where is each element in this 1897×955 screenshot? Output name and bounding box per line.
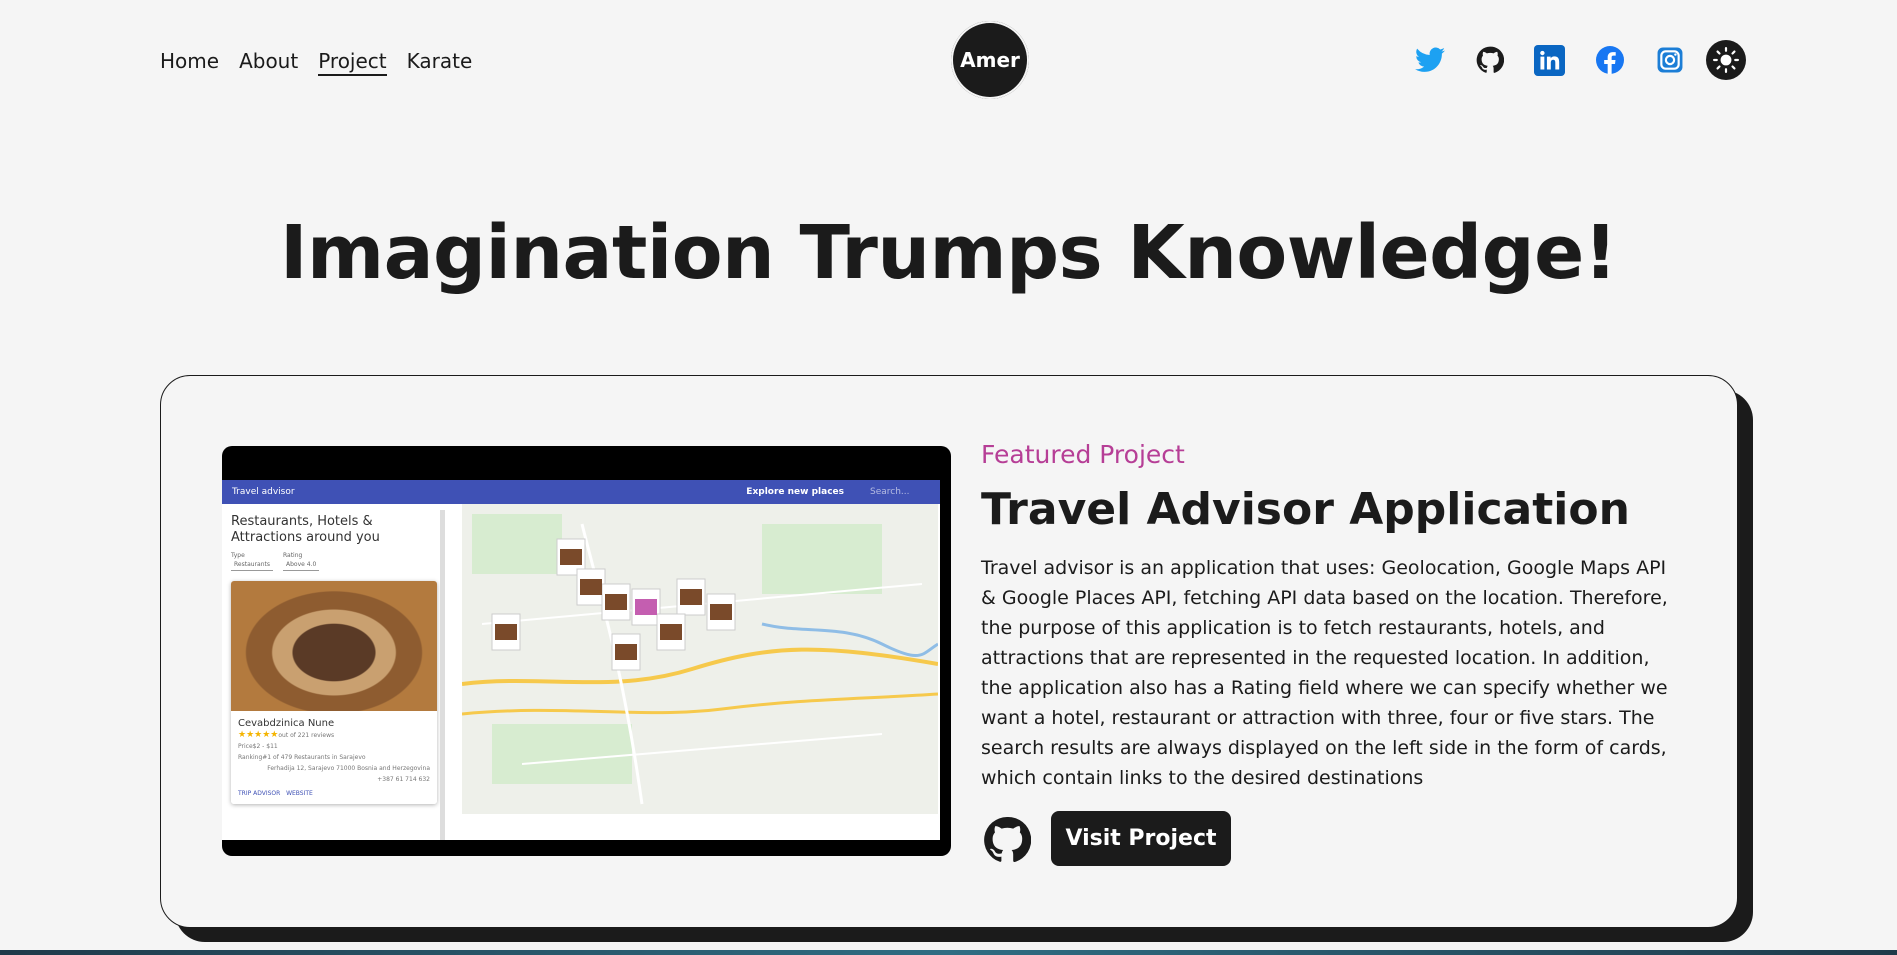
screenshot-rating-label: Rating bbox=[282, 552, 303, 559]
screenshot-food-image bbox=[231, 581, 437, 711]
screenshot-price: Price$2 - $11 bbox=[238, 743, 278, 750]
screenshot-type-select: Restaurants bbox=[231, 559, 273, 571]
bottom-strip bbox=[0, 950, 1897, 955]
screenshot-app-title: Travel advisor bbox=[232, 487, 295, 497]
project-screenshot[interactable]: Travel advisor Explore new places Search… bbox=[222, 446, 951, 856]
screenshot-map bbox=[462, 504, 938, 814]
screenshot-phone: +387 61 714 632 bbox=[377, 776, 430, 783]
nav-link-home[interactable]: Home bbox=[160, 48, 219, 76]
github-icon bbox=[984, 816, 1032, 863]
project-title[interactable]: Travel Advisor Application bbox=[981, 484, 1630, 535]
screenshot-filters: Type Restaurants Rating Above 4.0 bbox=[231, 552, 437, 571]
github-icon[interactable] bbox=[1474, 45, 1505, 76]
screenshot-link-website: WEBSITE bbox=[286, 790, 313, 797]
top-nav: Home About Project Karate Amer bbox=[0, 0, 1897, 122]
sun-icon bbox=[1713, 47, 1739, 73]
screenshot-content: Travel advisor Explore new places Search… bbox=[222, 480, 940, 840]
screenshot-stars: ★★★★★ bbox=[238, 730, 279, 740]
screenshot-search: Search... bbox=[870, 487, 910, 497]
screenshot-scrollbar bbox=[440, 510, 445, 840]
screenshot-link-tripadvisor: TRIP ADVISOR bbox=[238, 790, 281, 797]
screenshot-type-label: Type bbox=[231, 552, 245, 559]
screenshot-explore: Explore new places bbox=[746, 487, 844, 497]
facebook-icon[interactable] bbox=[1594, 45, 1625, 76]
screenshot-address: Ferhadija 12, Sarajevo 71000 Bosnia and … bbox=[267, 765, 430, 772]
visit-project-button[interactable]: Visit Project bbox=[1051, 811, 1231, 866]
nav-link-karate[interactable]: Karate bbox=[407, 48, 473, 76]
screenshot-reviews: out of 221 reviews bbox=[278, 732, 335, 739]
project-github-link[interactable] bbox=[983, 816, 1032, 864]
screenshot-list: Restaurants, Hotels & Attractions around… bbox=[222, 504, 446, 840]
theme-toggle-button[interactable] bbox=[1706, 40, 1746, 80]
screenshot-heading: Restaurants, Hotels & Attractions around… bbox=[231, 514, 380, 545]
logo[interactable]: Amer bbox=[951, 21, 1029, 99]
instagram-icon[interactable] bbox=[1654, 45, 1685, 76]
screenshot-ranking: Ranking#1 of 479 Restaurants in Sarajevo bbox=[238, 754, 366, 761]
nav-links: Home About Project Karate bbox=[160, 48, 472, 76]
screenshot-place-card: Cevabdzinica Nune ★★★★★out of 221 review… bbox=[231, 581, 437, 804]
page-headline: Imagination Trumps Knowledge! bbox=[279, 210, 1618, 296]
featured-label: Featured Project bbox=[981, 440, 1185, 469]
nav-link-project[interactable]: Project bbox=[318, 48, 387, 76]
project-description: Travel advisor is an application that us… bbox=[981, 557, 1668, 789]
nav-link-about[interactable]: About bbox=[239, 48, 298, 76]
screenshot-appbar: Travel advisor Explore new places Search… bbox=[222, 480, 940, 504]
screenshot-rating-select: Above 4.0 bbox=[282, 559, 320, 571]
featured-project-card: Travel advisor Explore new places Search… bbox=[160, 375, 1738, 928]
twitter-icon[interactable] bbox=[1414, 45, 1445, 76]
screenshot-place-name: Cevabdzinica Nune bbox=[238, 718, 335, 729]
linkedin-icon[interactable] bbox=[1534, 44, 1565, 76]
social-links bbox=[1414, 40, 1746, 80]
screenshot-card-body: Cevabdzinica Nune ★★★★★out of 221 review… bbox=[231, 711, 437, 804]
